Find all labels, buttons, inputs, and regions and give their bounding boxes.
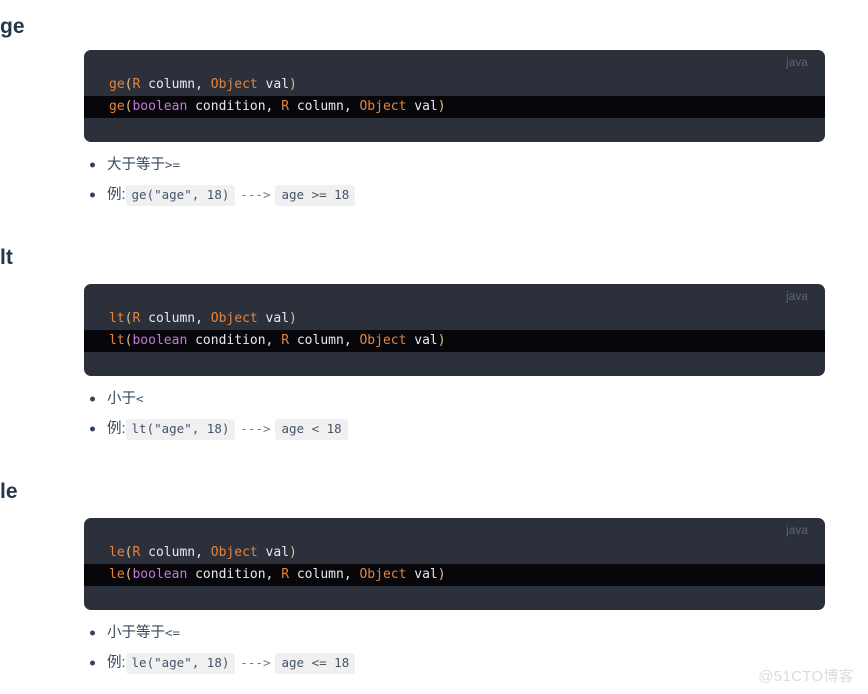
- code-token-plain: val: [406, 333, 438, 348]
- code-block-le[interactable]: java le(R column, Object val) le(boolean c…: [84, 518, 825, 610]
- code-language-label: java: [786, 291, 808, 303]
- code-token-fn: lt: [109, 311, 125, 326]
- code-token-kw: boolean: [132, 567, 188, 582]
- code-line: le(R column, Object val): [84, 542, 825, 564]
- inline-code: lt("age", 18): [125, 419, 236, 440]
- arrow-glyph: --->: [240, 421, 271, 436]
- code-block-wrapper-ge: java ge(R column, Object val) ge(boolean c…: [0, 50, 868, 142]
- code-token-type: Object: [210, 545, 258, 560]
- inline-code: age < 18: [275, 419, 348, 440]
- code-block-wrapper-lt: java lt(R column, Object val) lt(boolean c…: [0, 284, 868, 376]
- bullet-row: 小于 <: [0, 392, 187, 407]
- code-token-fn: le: [109, 567, 125, 582]
- code-token-kw: boolean: [132, 99, 188, 114]
- code-token-fn: le: [109, 545, 125, 560]
- list-item: 小于 <: [84, 392, 144, 407]
- code-lines: le(R column, Object val) le(boolean condi…: [84, 518, 825, 610]
- code-token-kw: boolean: [132, 333, 188, 348]
- arrow-glyph: --->: [240, 187, 271, 202]
- code-lines: ge(R column, Object val) ge(boolean condi…: [84, 50, 825, 142]
- code-token-plain: val: [406, 99, 438, 114]
- section-heading-ge: ge: [0, 15, 25, 38]
- code-token-punct: ): [289, 311, 297, 326]
- code-block-lt[interactable]: java lt(R column, Object val) lt(boolean c…: [84, 284, 825, 376]
- code-token-plain: column,: [289, 567, 360, 582]
- code-token-plain: val: [406, 567, 438, 582]
- inline-code: age <= 18: [275, 653, 356, 674]
- bullet-label: 小于: [107, 391, 136, 407]
- code-line: lt(boolean condition, R column, Object v…: [84, 330, 825, 352]
- code-token-type: Object: [359, 567, 407, 582]
- code-token-plain: condition,: [187, 567, 282, 582]
- bullet-row: 小于等于 <=: [0, 626, 223, 641]
- list-item: 大于等于 >=: [84, 158, 180, 173]
- bullet-row: 例: lt("age", 18) ---> age < 18: [0, 419, 391, 440]
- list-item: 例: lt("age", 18) ---> age < 18: [84, 419, 348, 440]
- code-line: ge(R column, Object val): [84, 74, 825, 96]
- code-token-fn: ge: [109, 77, 125, 92]
- list-item: 例: le("age", 18) ---> age <= 18: [84, 653, 356, 674]
- code-token-plain: condition,: [187, 333, 282, 348]
- operator-symbol: <=: [165, 625, 181, 640]
- bullet-label: 例:: [107, 421, 126, 437]
- code-token-type: R: [281, 333, 290, 348]
- code-token-plain: column,: [140, 77, 211, 92]
- code-token-punct: ): [289, 545, 297, 560]
- bullet-row: 大于等于 >=: [0, 158, 223, 173]
- bullet-row: 例: le("age", 18) ---> age <= 18: [0, 653, 398, 674]
- bullet-label: 例:: [107, 655, 126, 671]
- code-token-plain: column,: [140, 311, 211, 326]
- bullet-label: 例:: [107, 187, 126, 203]
- code-token-fn: lt: [109, 333, 125, 348]
- code-language-label: java: [786, 525, 808, 537]
- code-token-plain: column,: [140, 545, 211, 560]
- list-item: 小于等于 <=: [84, 626, 180, 641]
- operator-symbol: >=: [165, 157, 181, 172]
- list-item: 例: ge("age", 18) ---> age >= 18: [84, 185, 356, 206]
- arrow-glyph: --->: [240, 655, 271, 670]
- code-token-punct: ): [437, 333, 446, 348]
- code-line: ge(boolean condition, R column, Object v…: [84, 96, 825, 118]
- code-line: le(boolean condition, R column, Object v…: [84, 564, 825, 586]
- code-token-plain: column,: [289, 333, 360, 348]
- code-token-plain: val: [257, 311, 290, 326]
- section-heading-lt: lt: [0, 246, 14, 269]
- inline-code: age >= 18: [275, 185, 356, 206]
- watermark: @51CTO博客: [758, 668, 854, 685]
- code-token-type: R: [281, 99, 290, 114]
- operator-symbol: <: [136, 391, 144, 406]
- code-token-punct: ): [437, 567, 446, 582]
- doc-page: ge java ge(R column, Object val) ge(boolean…: [0, 0, 868, 694]
- code-token-punct: ): [289, 77, 297, 92]
- section-heading-le: le: [0, 480, 18, 503]
- bullet-label: 大于等于: [107, 157, 165, 173]
- code-lines: lt(R column, Object val) lt(boolean condi…: [84, 284, 825, 376]
- code-language-label: java: [786, 57, 808, 69]
- code-token-type: R: [281, 567, 290, 582]
- code-line: lt(R column, Object val): [84, 308, 825, 330]
- bullet-label: 小于等于: [107, 625, 165, 641]
- inline-code: ge("age", 18): [125, 185, 236, 206]
- inline-code: le("age", 18): [125, 653, 236, 674]
- code-token-plain: val: [257, 545, 290, 560]
- code-token-type: Object: [210, 77, 258, 92]
- code-token-plain: val: [257, 77, 290, 92]
- code-block-wrapper-le: java le(R column, Object val) le(boolean c…: [0, 518, 868, 610]
- code-token-type: Object: [359, 99, 407, 114]
- code-token-fn: ge: [109, 99, 125, 114]
- code-block-ge[interactable]: java ge(R column, Object val) ge(boolean c…: [84, 50, 825, 142]
- code-token-punct: ): [437, 99, 446, 114]
- code-token-plain: condition,: [187, 99, 282, 114]
- code-token-plain: column,: [289, 99, 360, 114]
- code-token-type: Object: [210, 311, 258, 326]
- code-token-type: Object: [359, 333, 407, 348]
- bullet-row: 例: ge("age", 18) ---> age >= 18: [0, 185, 398, 206]
